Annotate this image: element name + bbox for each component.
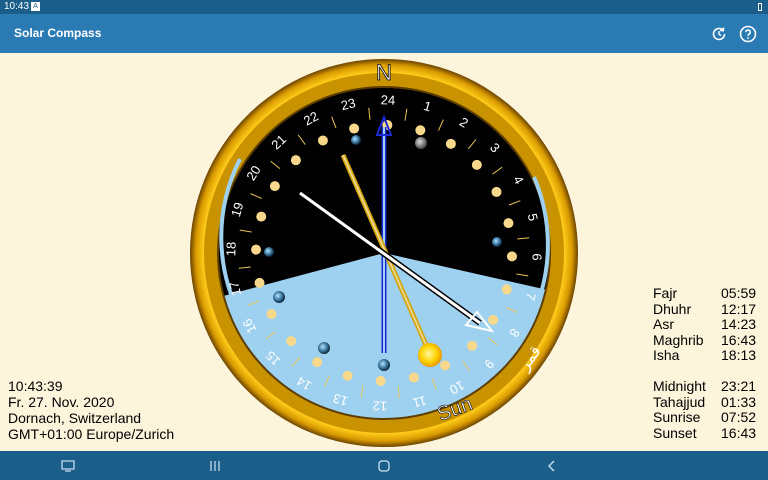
event-time: 16:43 bbox=[721, 424, 757, 441]
prayer-time: 05:59 bbox=[721, 285, 757, 301]
prayer-name: Isha bbox=[653, 347, 680, 364]
notification-icon: A bbox=[31, 2, 40, 11]
hour-dot bbox=[254, 277, 265, 288]
hour-dot bbox=[251, 244, 262, 255]
event-row: Midnight 23:21 bbox=[653, 378, 763, 395]
hour-dot bbox=[290, 155, 301, 166]
event-name: Tahajjud bbox=[653, 393, 706, 410]
hour-dot bbox=[467, 340, 478, 351]
hour-dot bbox=[445, 138, 456, 149]
prayer-name: Dhuhr bbox=[653, 300, 692, 317]
battery-icon bbox=[758, 3, 762, 11]
hour-dot bbox=[317, 135, 328, 146]
planet-marker bbox=[492, 237, 502, 247]
event-row: Sunset 16:43 bbox=[653, 424, 763, 442]
home-button[interactable] bbox=[376, 458, 392, 474]
navigation-bar bbox=[0, 451, 768, 480]
planet-marker bbox=[264, 247, 274, 257]
hour-label: 18 bbox=[223, 242, 238, 257]
screenshot-icon bbox=[61, 460, 75, 472]
prayer-row: Isha 18:13 bbox=[653, 348, 763, 364]
hour-dot bbox=[408, 372, 419, 383]
hour-dot bbox=[375, 375, 386, 386]
hour-label: 24 bbox=[381, 92, 396, 107]
hour-label: 6 bbox=[529, 253, 544, 261]
hour-label: 12 bbox=[373, 398, 388, 413]
prayer-row: Maghrib 16:43 bbox=[653, 331, 763, 349]
location-info: 10:43:39 Fr. 27. Nov. 2020 Dornach, Swit… bbox=[8, 378, 174, 442]
screenshot-button[interactable] bbox=[60, 458, 76, 474]
sun-events: Midnight 23:21 Tahajjud 01:33 Sunrise 07:52… bbox=[653, 378, 763, 442]
prayer-name: Fajr bbox=[653, 285, 678, 301]
hour-dot bbox=[312, 357, 323, 368]
hour-dot bbox=[349, 123, 360, 134]
app-title: Solar Compass bbox=[14, 26, 102, 40]
event-time: 23:21 bbox=[721, 378, 757, 394]
prayer-time: 18:13 bbox=[721, 347, 757, 364]
event-row: Sunrise 07:52 bbox=[653, 410, 763, 426]
hour-dot bbox=[256, 211, 267, 222]
hour-dot bbox=[266, 309, 277, 320]
prayer-row: Fajr 05:59 bbox=[653, 285, 763, 302]
event-name: Sunset bbox=[653, 424, 697, 441]
prayer-time: 16:43 bbox=[721, 331, 757, 348]
prayer-times: Fajr 05:59 Dhuhr 12:17 Asr 14:23 Maghrib 16:… bbox=[653, 285, 763, 364]
north-label: N bbox=[376, 60, 392, 85]
event-time: 01:33 bbox=[721, 393, 757, 410]
sun-marker bbox=[418, 343, 442, 367]
refresh-icon bbox=[712, 27, 726, 41]
back-button[interactable] bbox=[544, 458, 560, 474]
hour-dot bbox=[501, 284, 512, 295]
prayer-time: 14:23 bbox=[721, 316, 757, 333]
status-bar: 10:43 A bbox=[0, 0, 768, 14]
help-button[interactable] bbox=[738, 24, 758, 44]
hour-dot bbox=[503, 218, 514, 229]
hour-dot bbox=[286, 336, 297, 347]
prayer-name: Maghrib bbox=[653, 331, 704, 348]
planet-marker bbox=[378, 359, 390, 371]
timezone: GMT+01:00 Europe/Zurich bbox=[8, 426, 175, 442]
status-time: 10:43 bbox=[4, 1, 30, 12]
hour-dot bbox=[342, 370, 353, 381]
hour-dot bbox=[488, 314, 499, 325]
recents-icon bbox=[210, 461, 220, 471]
planet-marker bbox=[318, 342, 330, 354]
moon-marker bbox=[415, 137, 427, 149]
home-icon bbox=[378, 460, 390, 472]
help-icon bbox=[739, 25, 757, 43]
event-name: Sunrise bbox=[653, 409, 701, 426]
back-icon bbox=[548, 460, 555, 472]
hour-dot bbox=[506, 251, 517, 262]
location-name: Dornach, Switzerland bbox=[8, 410, 142, 426]
planet-marker bbox=[273, 291, 285, 303]
planet-marker bbox=[351, 135, 361, 145]
event-time: 07:52 bbox=[721, 409, 757, 426]
prayer-row: Dhuhr 12:17 bbox=[653, 300, 763, 318]
event-name: Midnight bbox=[653, 378, 706, 394]
refresh-button[interactable] bbox=[709, 24, 729, 44]
hour-dot bbox=[440, 360, 451, 371]
hour-dot bbox=[269, 181, 280, 192]
app-bar: Solar Compass bbox=[0, 14, 768, 53]
current-date: Fr. 27. Nov. 2020 bbox=[8, 394, 115, 410]
recents-button[interactable] bbox=[207, 458, 223, 474]
current-time: 10:43:39 bbox=[8, 378, 63, 394]
prayer-name: Asr bbox=[653, 316, 674, 333]
hour-dot bbox=[491, 186, 502, 197]
event-row: Tahajjud 01:33 bbox=[653, 393, 763, 411]
prayer-time: 12:17 bbox=[721, 300, 757, 317]
prayer-row: Asr 14:23 bbox=[653, 317, 763, 333]
hour-dot bbox=[415, 125, 426, 136]
hour-dot bbox=[471, 159, 482, 170]
